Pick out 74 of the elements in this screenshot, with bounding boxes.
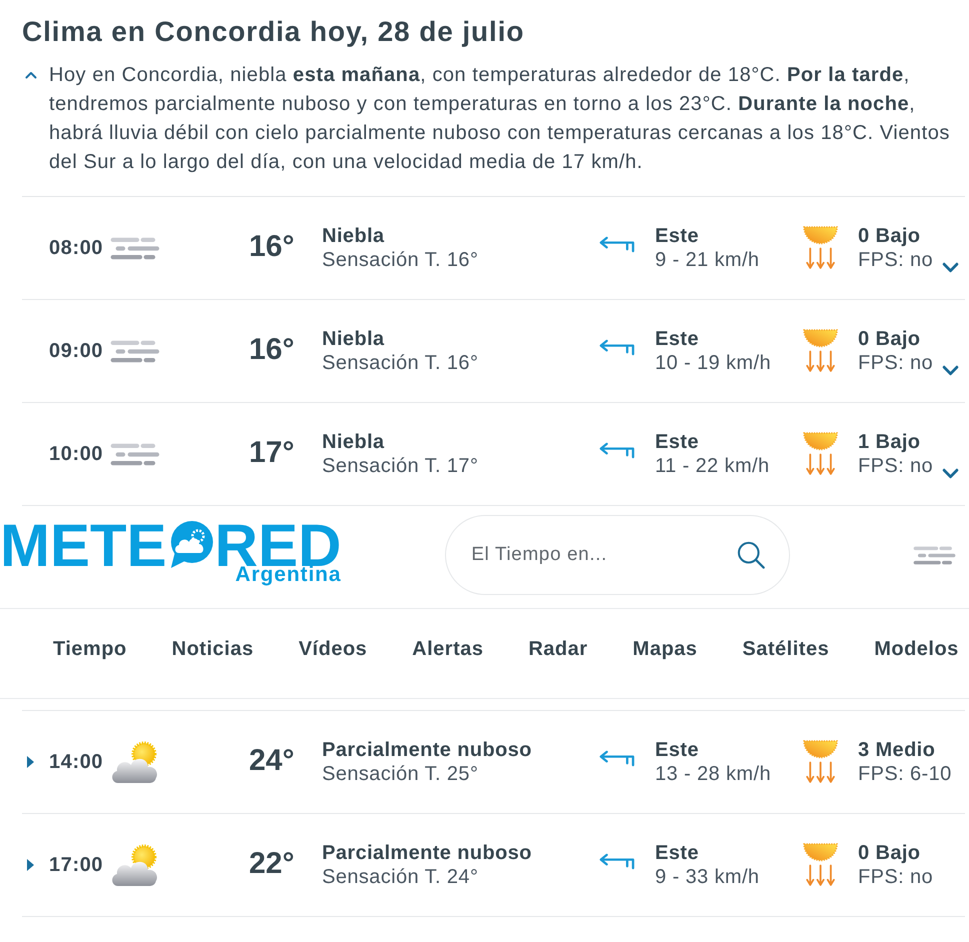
time-label: 08:00: [49, 236, 104, 260]
condition-label: Niebla: [322, 224, 384, 248]
forecast-summary: Hoy en Concordia, niebla esta mañana, con temperaturas alrededor de 18°C. Por la tarde, tendremos parcialmente nuboso y con temperaturas en torno a los 23°C. Durante la noche, habrá lluvia débil con cielo parcialmente nuboso con temperaturas cercanas a los 18°C. Vientos del Sur a lo largo del día, con una velocidad media de 17 km/h.: [49, 63, 951, 175]
nav-link[interactable]: Mapas: [632, 638, 698, 661]
nav-link[interactable]: Noticias: [172, 638, 254, 661]
partly-cloudy-icon: [110, 740, 160, 784]
time-label: 10:00: [49, 442, 104, 466]
sun-rays-icon: [803, 843, 838, 887]
sun-rays-icon: [803, 226, 838, 270]
temperature-label: 16°: [249, 230, 294, 264]
wind-arrow-icon: [598, 442, 635, 458]
sun-protection-label: FPS: no: [858, 454, 934, 478]
page-title: Clima en Concordia hoy, 28 de julio: [22, 15, 526, 49]
condition-label: Parcialmente nuboso: [322, 841, 532, 865]
wind-direction-label: Este: [655, 738, 699, 762]
time-label: 14:00: [49, 750, 104, 774]
wind-arrow-icon: [598, 236, 635, 252]
sun-rays-icon: [803, 740, 838, 784]
chevron-down-icon[interactable]: [942, 262, 959, 272]
wind-speed-label: 9 - 21 km/h: [655, 248, 760, 272]
wind-arrow-icon: [598, 338, 635, 356]
nav-link[interactable]: Satélites: [742, 638, 830, 661]
fog-icon: [110, 442, 160, 466]
sun-rays-icon: [803, 432, 838, 476]
wind-speed-label: 13 - 28 km/h: [655, 762, 771, 786]
feels-like-label: Sensación T. 16°: [322, 248, 478, 272]
sun-protection-label: FPS: no: [858, 865, 934, 889]
chevron-down-icon[interactable]: [942, 468, 959, 478]
nav-link[interactable]: Alertas: [412, 638, 484, 661]
temperature-label: 24°: [249, 744, 294, 778]
fog-icon: [110, 340, 160, 362]
time-label: 09:00: [49, 340, 104, 362]
sun-protection-label: FPS: 6-10: [858, 762, 952, 786]
uv-index-label: 0 Bajo: [858, 327, 920, 351]
caret-right-icon[interactable]: [27, 756, 34, 768]
temperature-label: 16°: [249, 333, 294, 367]
feels-like-label: Sensación T. 25°: [322, 762, 478, 786]
wind-speed-label: 9 - 33 km/h: [655, 865, 760, 889]
nav-link[interactable]: Vídeos: [298, 638, 368, 661]
feels-like-label: Sensación T. 16°: [322, 351, 478, 375]
feels-like-label: Sensación T. 24°: [322, 865, 478, 889]
wind-arrow-icon: [598, 852, 635, 870]
condition-label: Parcialmente nuboso: [322, 738, 532, 762]
uv-index-label: 1 Bajo: [858, 430, 920, 454]
sun-protection-label: FPS: no: [858, 248, 934, 272]
chevron-down-icon[interactable]: [942, 364, 959, 376]
chevron-up-icon[interactable]: [25, 71, 37, 79]
search-icon[interactable]: [737, 541, 766, 569]
uv-index-label: 0 Bajo: [858, 841, 920, 865]
time-label: 17:00: [49, 854, 104, 876]
nav-link[interactable]: Modelos: [874, 638, 959, 661]
temperature-label: 17°: [249, 436, 294, 470]
wind-direction-label: Este: [655, 327, 699, 351]
search-field[interactable]: El Tiempo en...: [445, 515, 790, 595]
wind-speed-label: 11 - 22 km/h: [655, 454, 770, 478]
sun-protection-label: FPS: no: [858, 351, 934, 375]
fog-icon: [913, 546, 956, 565]
uv-index-label: 3 Medio: [858, 738, 936, 762]
fog-icon: [110, 236, 160, 260]
condition-label: Niebla: [322, 327, 384, 351]
wind-direction-label: Este: [655, 430, 699, 454]
caret-right-icon[interactable]: [27, 859, 34, 871]
feels-like-label: Sensación T. 17°: [322, 454, 478, 478]
nav-link[interactable]: Radar: [528, 638, 588, 661]
wind-arrow-icon: [598, 750, 635, 766]
sun-rays-icon: [803, 329, 838, 373]
condition-label: Niebla: [322, 430, 384, 454]
wind-direction-label: Este: [655, 841, 699, 865]
nav-link[interactable]: Tiempo: [53, 638, 127, 661]
wind-direction-label: Este: [655, 224, 699, 248]
wind-speed-label: 10 - 19 km/h: [655, 351, 771, 375]
temperature-label: 22°: [249, 847, 294, 881]
uv-index-label: 0 Bajo: [858, 224, 920, 248]
partly-cloudy-icon: [110, 842, 160, 888]
